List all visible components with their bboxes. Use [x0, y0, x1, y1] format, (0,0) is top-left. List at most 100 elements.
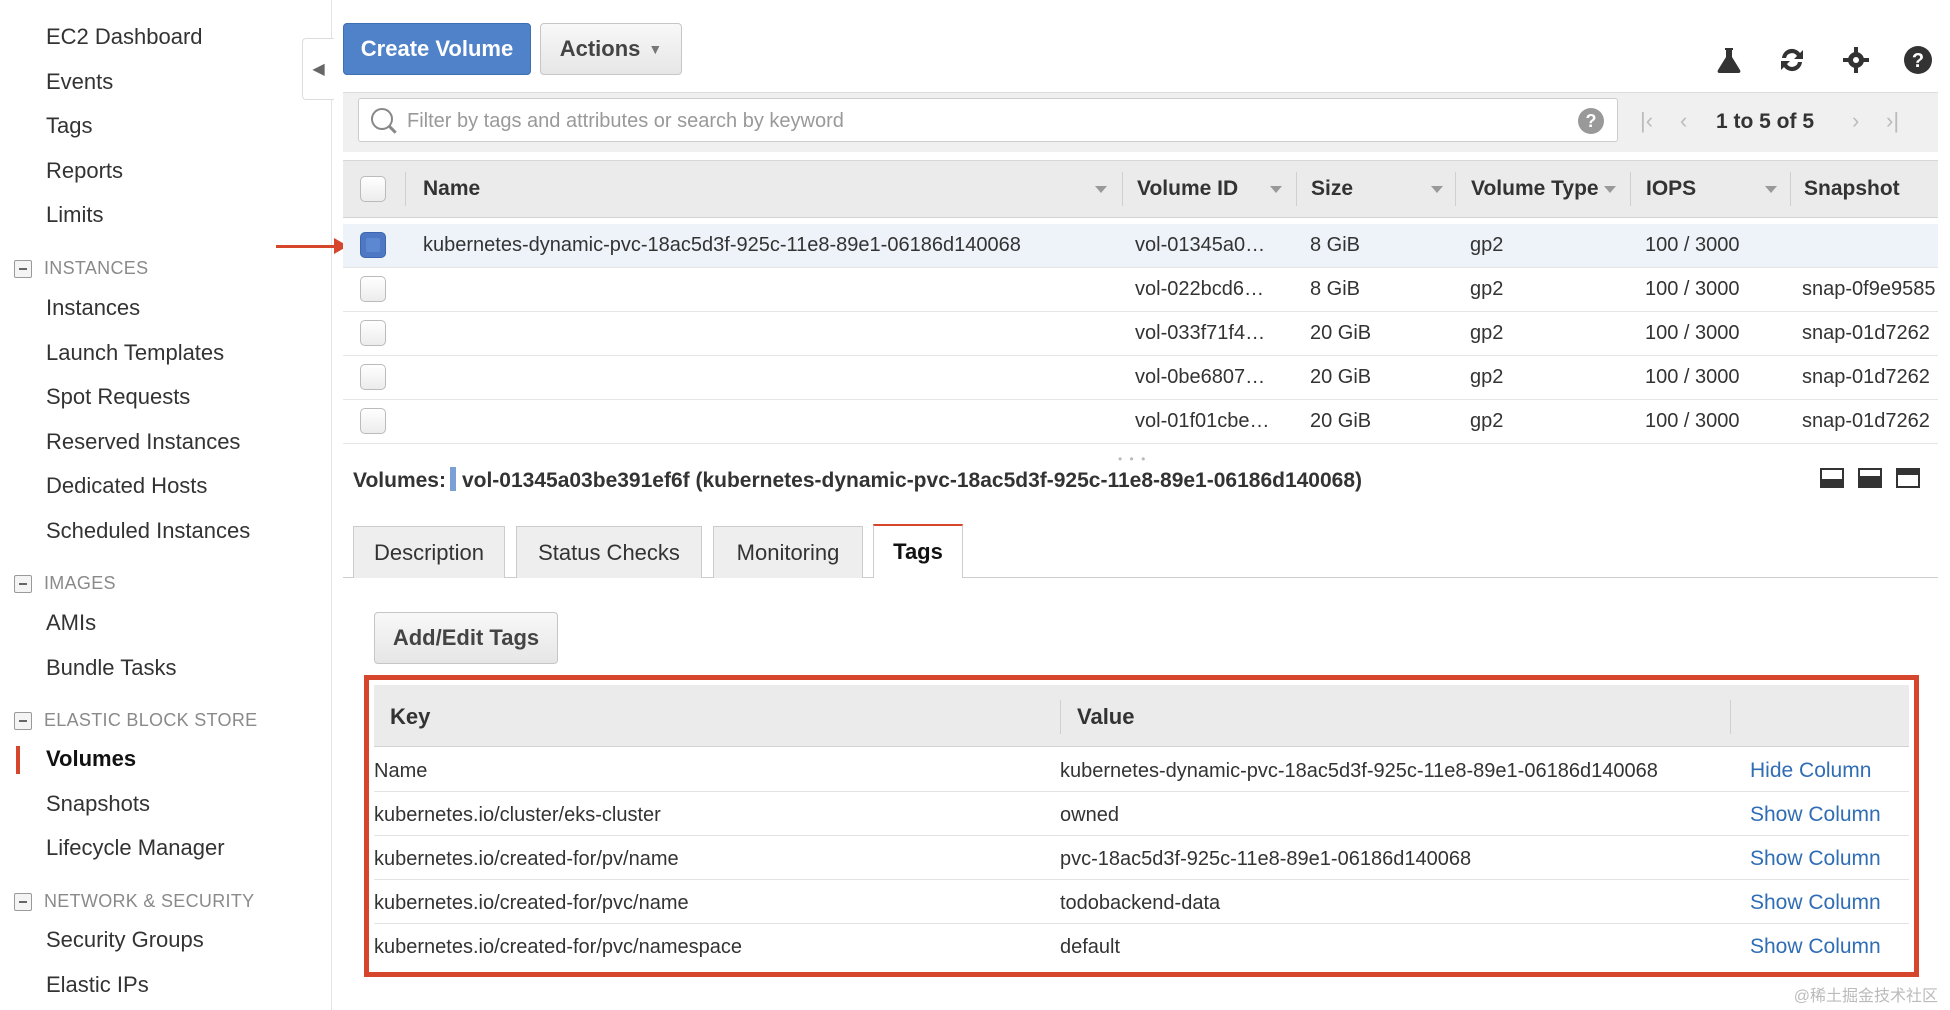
tab-tags[interactable]: Tags	[873, 524, 963, 578]
show-column-link[interactable]: Show Column	[1750, 847, 1881, 871]
sidebar-item-dedicated-hosts[interactable]: Dedicated Hosts	[46, 473, 207, 499]
row-checkbox[interactable]	[360, 364, 386, 390]
sidebar-item-reserved-instances[interactable]: Reserved Instances	[46, 429, 240, 455]
row-checkbox[interactable]	[360, 232, 386, 258]
filter-help-icon[interactable]: ?	[1578, 108, 1604, 134]
actions-dropdown-button[interactable]: Actions ▼	[540, 23, 682, 75]
search-placeholder: Filter by tags and attributes or search …	[407, 110, 844, 132]
sort-caret-icon[interactable]	[1765, 186, 1777, 193]
cell-size: 20 GiB	[1310, 410, 1372, 432]
cell-size: 8 GiB	[1310, 234, 1361, 256]
show-column-link[interactable]: Show Column	[1750, 803, 1881, 827]
cell-type: gp2	[1470, 322, 1504, 344]
sidebar-item-elastic-ips[interactable]: Elastic IPs	[46, 972, 149, 998]
tags-table-header	[374, 685, 1909, 747]
prev-page-icon[interactable]: ‹	[1680, 108, 1687, 134]
sidebar-item-snapshots[interactable]: Snapshots	[46, 791, 150, 817]
sort-caret-icon[interactable]	[1270, 186, 1282, 193]
cell-type: gp2	[1470, 234, 1504, 256]
column-divider	[1060, 700, 1061, 734]
sidebar-item-ec2-dashboard[interactable]: EC2 Dashboard	[46, 24, 203, 50]
sidebar-item-volumes[interactable]: Volumes	[46, 746, 136, 772]
column-header-key[interactable]: Key	[390, 704, 430, 730]
layout-bottom-icon[interactable]	[1820, 468, 1844, 488]
column-divider	[405, 172, 406, 206]
tab-status-checks[interactable]: Status Checks	[516, 526, 702, 578]
section-title: ELASTIC BLOCK STORE	[44, 710, 258, 730]
sort-caret-icon[interactable]	[1604, 186, 1616, 193]
search-icon	[371, 108, 393, 130]
collapse-sidebar-button[interactable]: ◀	[302, 38, 334, 100]
pane-resize-handle[interactable]: • • •	[1118, 452, 1147, 466]
column-divider	[1455, 172, 1456, 206]
select-all-checkbox[interactable]	[360, 176, 386, 202]
column-header-snapshot[interactable]: Snapshot	[1804, 177, 1900, 201]
sidebar-item-security-groups[interactable]: Security Groups	[46, 927, 204, 953]
column-header-value[interactable]: Value	[1077, 704, 1134, 730]
row-checkbox[interactable]	[360, 408, 386, 434]
cell-iops: 100 / 3000	[1645, 410, 1740, 432]
next-page-icon[interactable]: ›	[1852, 108, 1859, 134]
sort-caret-icon[interactable]	[1095, 186, 1107, 193]
row-checkbox[interactable]	[360, 320, 386, 346]
hide-column-link[interactable]: Hide Column	[1750, 759, 1871, 783]
show-column-link[interactable]: Show Column	[1750, 891, 1881, 915]
flask-icon[interactable]	[1713, 44, 1745, 76]
search-input[interactable]: Filter by tags and attributes or search …	[358, 98, 1618, 142]
details-label: Volumes:	[353, 469, 446, 492]
sidebar-item-tags[interactable]: Tags	[46, 113, 92, 139]
help-icon[interactable]: ?	[1902, 44, 1934, 76]
tab-description[interactable]: Description	[353, 526, 505, 578]
collapse-icon	[14, 711, 32, 730]
tag-value: kubernetes-dynamic-pvc-18ac5d3f-925c-11e…	[1060, 760, 1658, 782]
column-header-volume-type[interactable]: Volume Type	[1471, 177, 1599, 201]
create-volume-button[interactable]: Create Volume	[343, 23, 531, 75]
show-column-link[interactable]: Show Column	[1750, 935, 1881, 959]
add-edit-tags-button[interactable]: Add/Edit Tags	[374, 612, 558, 664]
layout-split-icon[interactable]	[1858, 468, 1882, 488]
cell-snapshot: snap-01d7262	[1802, 322, 1930, 344]
sidebar-item-spot-requests[interactable]: Spot Requests	[46, 384, 190, 410]
chevron-down-icon: ▼	[648, 41, 663, 57]
tab-monitoring[interactable]: Monitoring	[713, 526, 863, 578]
section-title: INSTANCES	[44, 258, 149, 278]
column-header-volume-id[interactable]: Volume ID	[1137, 177, 1238, 201]
sort-caret-icon[interactable]	[1431, 186, 1443, 193]
sidebar-item-amis[interactable]: AMIs	[46, 610, 96, 636]
cell-iops: 100 / 3000	[1645, 366, 1740, 388]
sidebar-item-limits[interactable]: Limits	[46, 202, 103, 228]
cell-iops: 100 / 3000	[1645, 322, 1740, 344]
refresh-icon[interactable]	[1776, 44, 1808, 76]
tag-key: kubernetes.io/created-for/pv/name	[374, 848, 679, 870]
sidebar-item-reports[interactable]: Reports	[46, 158, 123, 184]
first-page-icon[interactable]: |‹	[1640, 108, 1653, 134]
sidebar: EC2 Dashboard Events Tags Reports Limits…	[0, 0, 332, 1010]
last-page-icon[interactable]: ›|	[1886, 108, 1899, 134]
column-divider	[1122, 172, 1123, 206]
collapse-icon	[14, 892, 32, 911]
sidebar-section-instances[interactable]: INSTANCES	[14, 258, 148, 279]
actions-label: Actions	[559, 36, 641, 61]
sidebar-item-events[interactable]: Events	[46, 69, 113, 95]
watermark: @稀土掘金技术社区	[1793, 988, 1938, 1005]
gear-icon[interactable]	[1840, 44, 1872, 76]
sidebar-item-lifecycle-manager[interactable]: Lifecycle Manager	[46, 835, 225, 861]
details-volume: vol-01345a03be391ef6f (kubernetes-dynami…	[461, 469, 1363, 492]
layout-top-icon[interactable]	[1896, 468, 1920, 488]
sidebar-item-bundle-tasks[interactable]: Bundle Tasks	[46, 655, 176, 681]
column-header-iops[interactable]: IOPS	[1646, 177, 1696, 201]
column-header-name[interactable]: Name	[423, 177, 480, 201]
row-checkbox[interactable]	[360, 276, 386, 302]
sidebar-section-network-security[interactable]: NETWORK & SECURITY	[14, 891, 254, 912]
sidebar-item-launch-templates[interactable]: Launch Templates	[46, 340, 224, 366]
cell-size: 20 GiB	[1310, 322, 1372, 344]
sidebar-item-scheduled-instances[interactable]: Scheduled Instances	[46, 518, 250, 544]
column-header-size[interactable]: Size	[1311, 177, 1353, 201]
sidebar-section-ebs[interactable]: ELASTIC BLOCK STORE	[14, 710, 257, 731]
tag-value: default	[1060, 936, 1121, 958]
column-divider	[1296, 172, 1297, 206]
sidebar-item-instances[interactable]: Instances	[46, 295, 140, 321]
tag-value: owned	[1060, 804, 1119, 826]
cell-type: gp2	[1470, 410, 1504, 432]
sidebar-section-images[interactable]: IMAGES	[14, 573, 116, 594]
